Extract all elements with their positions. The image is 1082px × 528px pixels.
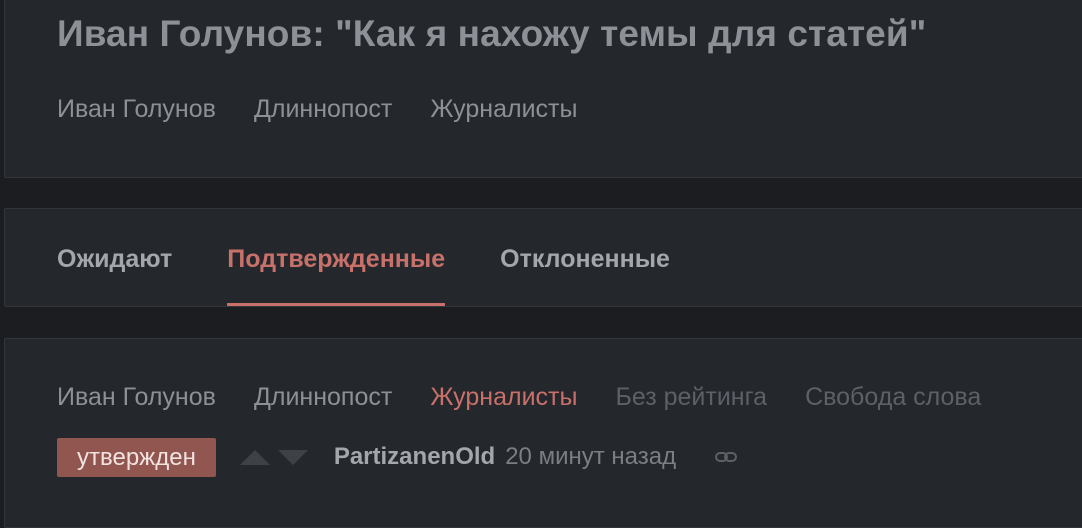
entry-tag-longpost[interactable]: Длиннопост [254,383,392,412]
tab-approved[interactable]: Подтвержденные [227,209,445,306]
tab-rejected[interactable]: Отклоненные [500,209,670,306]
entry-meta: утвержден PartizanenOld 20 минут назад [57,437,738,477]
arrow-up-icon[interactable] [239,449,270,465]
timestamp: 20 минут назад [505,443,677,470]
tab-pending[interactable]: Ожидают [57,209,172,306]
story-tags: Иван Голунов Длиннопост Журналисты [57,95,615,124]
story-tag-journalists[interactable]: Журналисты [430,95,577,124]
status-badge: утвержден [57,437,216,477]
entry-tag-no-rating[interactable]: Без рейтинга [615,383,767,412]
moderation-tabs: Ожидают Подтвержденные Отклоненные [57,209,725,306]
moderation-tabs-panel: Ожидают Подтвержденные Отклоненные [4,208,1082,307]
entry-tag-free-speech[interactable]: Свобода слова [805,383,981,412]
author-link[interactable]: PartizanenOld [334,443,495,471]
vote-controls [239,449,308,465]
arrow-down-icon[interactable] [277,449,308,465]
story-panel: Иван Голунов: "Как я нахожу темы для ста… [4,0,1082,178]
entry-tag-journalists[interactable]: Журналисты [430,383,577,412]
entry-panel: Иван Голунов Длиннопост Журналисты Без р… [4,338,1082,528]
story-tag-ivan-golunov[interactable]: Иван Голунов [57,95,216,124]
link-icon[interactable] [714,445,738,469]
entry-tags: Иван Голунов Длиннопост Журналисты Без р… [57,383,1019,412]
entry-tag-ivan-golunov[interactable]: Иван Голунов [57,383,216,412]
story-tag-longpost[interactable]: Длиннопост [254,95,392,124]
story-title[interactable]: Иван Голунов: "Как я нахожу темы для ста… [57,13,926,55]
